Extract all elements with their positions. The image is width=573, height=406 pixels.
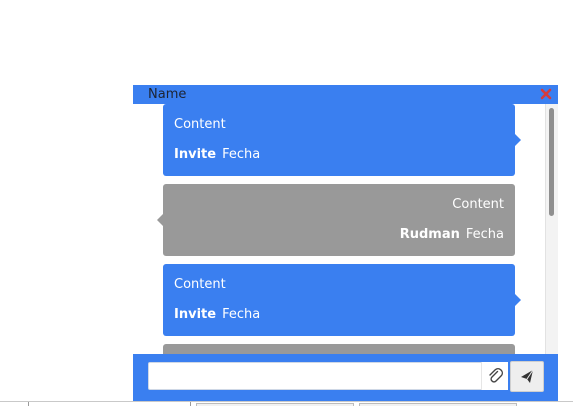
bubble-tail: [515, 294, 521, 306]
message-input[interactable]: [148, 362, 486, 390]
send-button[interactable]: [510, 361, 544, 392]
message-list[interactable]: Content Invite Fecha Content Rudman Fecha …: [133, 104, 543, 354]
message-bubble-rudman: [163, 344, 515, 354]
bottom-divider: [28, 402, 29, 406]
message-bubble-invite: Content Invite Fecha: [163, 264, 521, 336]
page: Name Content Invite Fecha Content Rudman F…: [0, 0, 573, 406]
close-icon: [540, 88, 552, 100]
message-content: Content: [452, 197, 504, 212]
message-bubble-invite: Content Invite Fecha: [163, 104, 521, 176]
message-meta: Rudman Fecha: [400, 227, 504, 243]
bottom-divider: [190, 402, 191, 406]
message-author: Invite: [174, 307, 217, 322]
page-bottom-border: [0, 401, 573, 402]
message-author: Invite: [174, 147, 217, 162]
message-author: Rudman: [399, 227, 460, 242]
message-meta: Invite Fecha: [174, 307, 260, 323]
message-content: Content: [174, 117, 226, 132]
message-content: Content: [174, 277, 226, 292]
message-bubble-rudman: Content Rudman Fecha: [157, 184, 515, 256]
chat-window: Name Content Invite Fecha Content Rudman F…: [133, 85, 558, 402]
attach-button[interactable]: [481, 362, 508, 390]
message-date: Fecha: [465, 227, 504, 242]
message-scrollbar[interactable]: [545, 104, 558, 355]
bubble-tail: [157, 214, 163, 226]
composer: [133, 354, 558, 402]
scrollbar-thumb[interactable]: [549, 108, 554, 216]
message-meta: Invite Fecha: [174, 147, 260, 163]
message-date: Fecha: [222, 307, 261, 322]
chat-header: Name: [133, 85, 558, 104]
send-icon: [521, 369, 534, 383]
message-date: Fecha: [222, 147, 261, 162]
bubble-tail: [515, 134, 521, 146]
close-button[interactable]: [539, 86, 553, 102]
paperclip-icon: [489, 367, 504, 383]
chat-title: Name: [148, 87, 187, 102]
